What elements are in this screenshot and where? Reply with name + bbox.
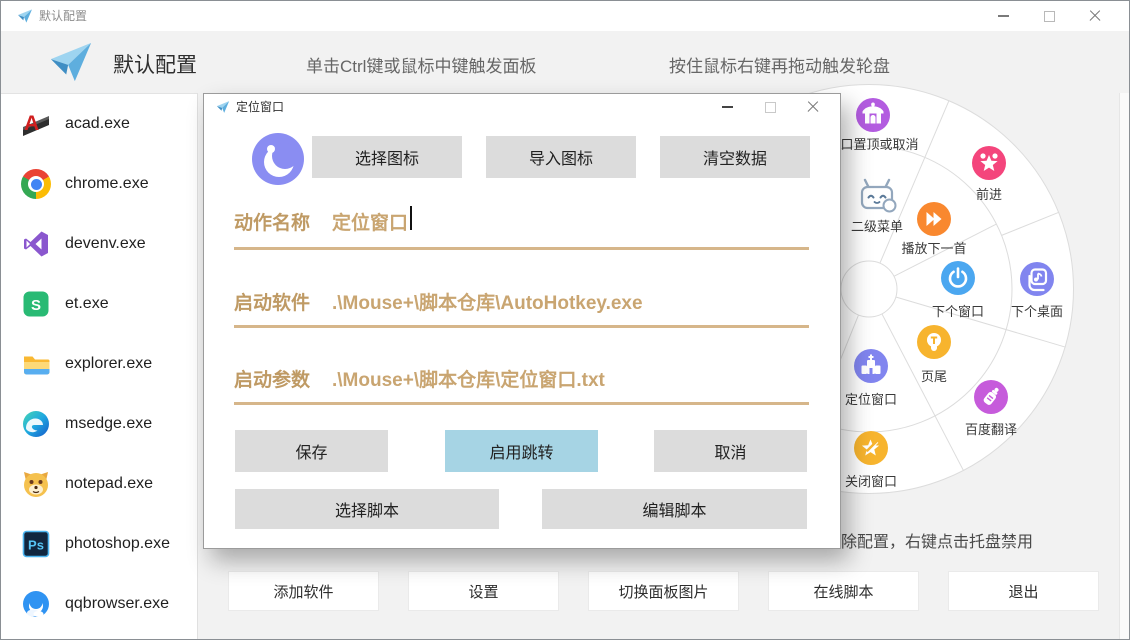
panel-trigger-hint: 单击Ctrl键或鼠标中键触发面板 bbox=[306, 52, 536, 77]
sidebar-item-photoshop[interactable]: Ps photoshop.exe bbox=[1, 514, 197, 574]
dialog-close-button[interactable] bbox=[799, 94, 827, 120]
app-window: 窗口置顶或取消 前进 二级菜单 播放下一首 下个窗口 下个桌面 页尾 定位窗口 … bbox=[0, 0, 1130, 640]
sidebar-item-devenv[interactable]: devenv.exe bbox=[1, 214, 197, 274]
baidu-translate-icon[interactable] bbox=[974, 380, 1008, 414]
autocad-icon: A bbox=[21, 109, 51, 139]
main-titlebar: 默认配置 bbox=[1, 1, 1129, 32]
wps-spreadsheet-icon: S bbox=[21, 289, 51, 319]
action-name-underline bbox=[234, 247, 809, 250]
wheel-label-next-track[interactable]: 播放下一首 bbox=[864, 238, 1004, 257]
forward-icon[interactable] bbox=[972, 146, 1006, 180]
action-name-label: 动作名称 bbox=[234, 208, 310, 235]
sidebar-item-acad[interactable]: A acad.exe bbox=[1, 94, 197, 154]
next-desktop-icon[interactable] bbox=[1020, 262, 1054, 296]
settings-button[interactable]: 设置 bbox=[408, 571, 559, 611]
wheel-label-baidu-translate[interactable]: 百度翻译 bbox=[921, 419, 1061, 438]
paper-plane-logo bbox=[45, 39, 97, 85]
text-caret bbox=[410, 206, 412, 230]
sidebar-item-label: notepad.exe bbox=[65, 475, 153, 493]
launch-app-underline bbox=[234, 325, 809, 328]
wheel-label-next-desktop[interactable]: 下个桌面 bbox=[967, 301, 1107, 320]
next-window-icon[interactable] bbox=[941, 261, 975, 295]
launch-args-input[interactable]: .\Mouse+\脚本仓库\定位窗口.txt bbox=[332, 365, 605, 392]
add-software-button[interactable]: 添加软件 bbox=[228, 571, 379, 611]
qqbrowser-icon bbox=[21, 589, 51, 619]
cancel-button[interactable]: 取消 bbox=[654, 430, 807, 472]
folder-explorer-icon bbox=[21, 349, 51, 379]
visual-studio-icon bbox=[21, 229, 51, 259]
sidebar-item-label: photoshop.exe bbox=[65, 535, 170, 553]
select-icon-button[interactable]: 选择图标 bbox=[312, 136, 462, 178]
svg-text:Ps: Ps bbox=[28, 538, 44, 553]
close-window-icon[interactable] bbox=[854, 431, 888, 465]
window-title: 默认配置 bbox=[39, 1, 87, 31]
sidebar-item-qqbrowser[interactable]: qqbrowser.exe bbox=[1, 574, 197, 634]
sidebar-item-label: devenv.exe bbox=[65, 235, 146, 253]
photoshop-icon: Ps bbox=[21, 529, 51, 559]
edit-script-button[interactable]: 编辑脚本 bbox=[542, 489, 807, 529]
launch-app-input[interactable]: .\Mouse+\脚本仓库\AutoHotkey.exe bbox=[332, 288, 643, 315]
sidebar-item-notepad[interactable]: notepad.exe bbox=[1, 454, 197, 514]
sidebar-item-label: acad.exe bbox=[65, 115, 130, 133]
paper-plane-icon bbox=[216, 100, 230, 114]
app-sidebar: A acad.exe chrome.exe devenv.exe S et.ex… bbox=[1, 93, 198, 640]
dialog-titlebar: 定位窗口 bbox=[204, 94, 840, 120]
edge-icon bbox=[21, 409, 51, 439]
submenu-face-icon[interactable] bbox=[855, 176, 899, 214]
action-moon-icon[interactable] bbox=[252, 133, 304, 185]
minimize-button[interactable] bbox=[981, 1, 1025, 31]
dialog-maximize-button[interactable] bbox=[756, 94, 784, 120]
sidebar-item-label: qqbrowser.exe bbox=[65, 595, 169, 613]
save-button[interactable]: 保存 bbox=[235, 430, 388, 472]
select-script-button[interactable]: 选择脚本 bbox=[235, 489, 499, 529]
switch-panel-image-button[interactable]: 切换面板图片 bbox=[588, 571, 739, 611]
action-name-input[interactable]: 定位窗口 bbox=[332, 208, 408, 235]
wheel-label-page-end[interactable]: 页尾 bbox=[864, 366, 1004, 385]
sidebar-item-msedge[interactable]: msedge.exe bbox=[1, 394, 197, 454]
launch-args-underline bbox=[234, 402, 809, 405]
locate-window-dialog: 定位窗口 选择图标 导入图标 清空数据 动作名称 定位窗口 启动软件 .\Mou… bbox=[203, 93, 841, 549]
launch-args-label: 启动参数 bbox=[234, 365, 310, 392]
svg-text:A: A bbox=[24, 112, 39, 135]
dialog-minimize-button[interactable] bbox=[713, 94, 741, 120]
close-button[interactable] bbox=[1073, 1, 1117, 31]
right-edge-strip bbox=[1119, 31, 1130, 640]
launch-app-label: 启动软件 bbox=[234, 288, 310, 315]
wheel-trigger-hint: 按住鼠标右键再拖动触发轮盘 bbox=[669, 52, 890, 77]
tray-hint-text: 删除配置，右键点击托盘禁用 bbox=[825, 528, 1033, 552]
dialog-title: 定位窗口 bbox=[236, 94, 284, 120]
profile-name: 默认配置 bbox=[113, 49, 197, 79]
maximize-button[interactable] bbox=[1027, 1, 1071, 31]
import-icon-button[interactable]: 导入图标 bbox=[486, 136, 636, 178]
sidebar-item-et[interactable]: S et.exe bbox=[1, 274, 197, 334]
clear-data-button[interactable]: 清空数据 bbox=[660, 136, 810, 178]
sidebar-item-label: et.exe bbox=[65, 295, 109, 313]
sidebar-item-label: chrome.exe bbox=[65, 175, 149, 193]
sidebar-item-explorer[interactable]: explorer.exe bbox=[1, 334, 197, 394]
enable-jump-button[interactable]: 启用跳转 bbox=[445, 430, 598, 472]
wheel-label-forward[interactable]: 前进 bbox=[919, 184, 1059, 203]
sidebar-item-label: explorer.exe bbox=[65, 355, 152, 373]
page-end-icon[interactable] bbox=[917, 325, 951, 359]
chrome-icon bbox=[21, 169, 51, 199]
doge-icon bbox=[21, 469, 51, 499]
online-scripts-button[interactable]: 在线脚本 bbox=[768, 571, 919, 611]
svg-text:S: S bbox=[31, 297, 41, 314]
sidebar-item-chrome[interactable]: chrome.exe bbox=[1, 154, 197, 214]
pin-window-icon[interactable] bbox=[856, 98, 890, 132]
sidebar-item-label: msedge.exe bbox=[65, 415, 152, 433]
paper-plane-icon bbox=[17, 8, 33, 24]
exit-button[interactable]: 退出 bbox=[948, 571, 1099, 611]
